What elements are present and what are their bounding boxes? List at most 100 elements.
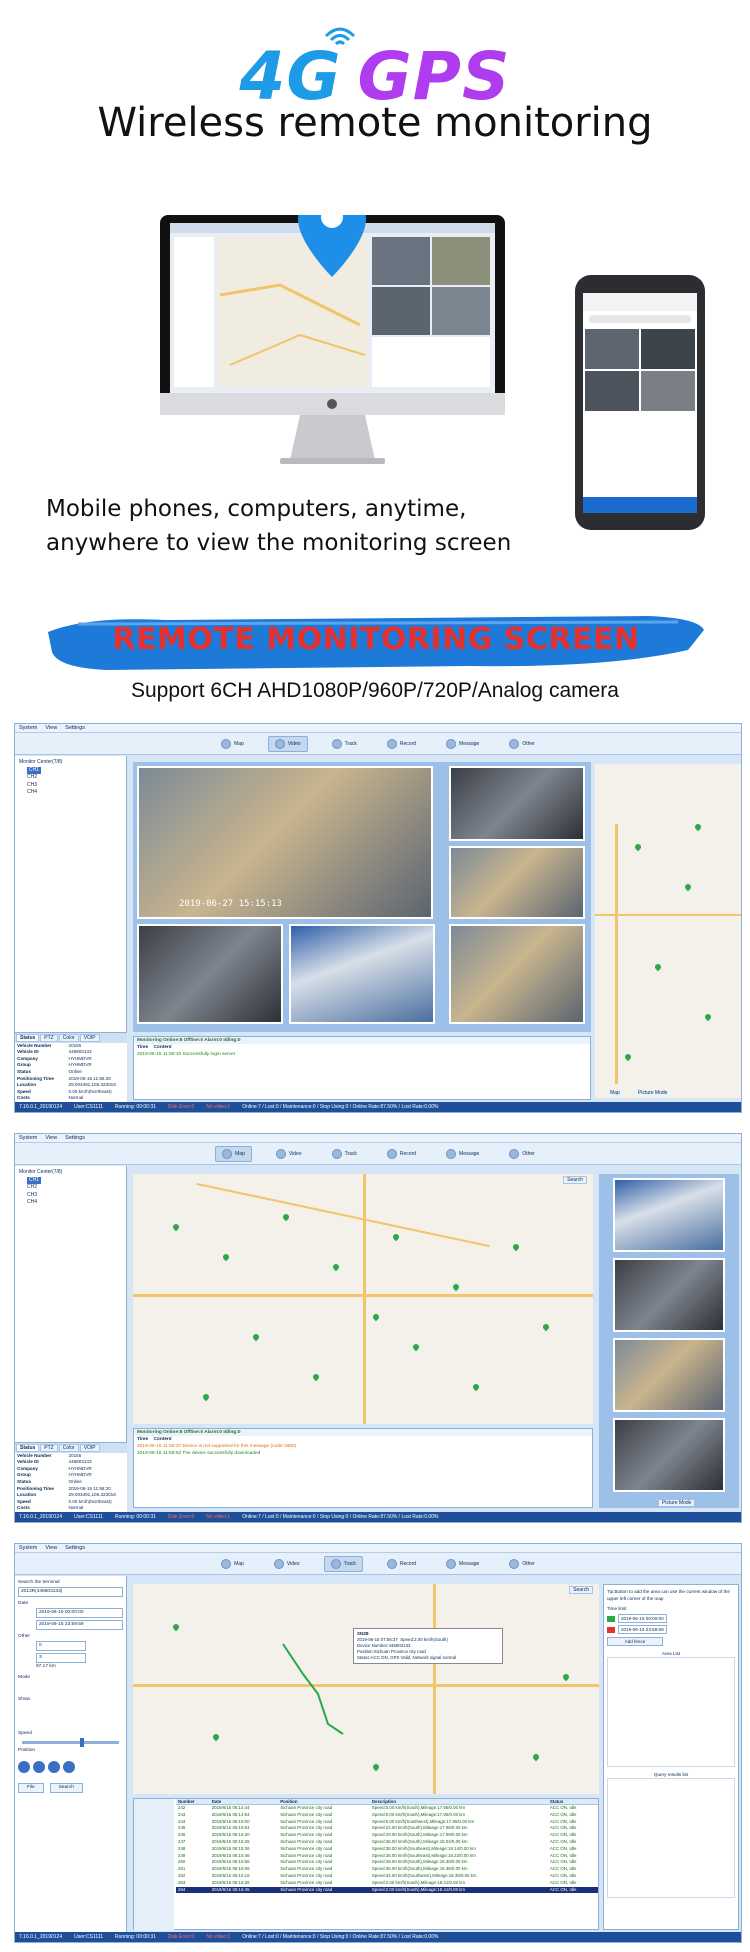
tab-message[interactable]: Message <box>440 1557 485 1571</box>
picture-mode-tab[interactable]: Picture Mode <box>659 1500 695 1506</box>
info-row: Group HYHMDVR <box>17 1062 92 1068</box>
table-row[interactable]: 250 2019/6/15 06:15:56 Sichuan Province ci… <box>176 1859 598 1866</box>
forward-button[interactable] <box>63 1761 75 1773</box>
tab-message[interactable]: Message <box>440 1147 485 1161</box>
table-row[interactable]: 251 2019/6/15 06:16:06 Sichuan Province ci… <box>176 1866 598 1873</box>
table-row[interactable]: 248 2019/6/15 06:15:36 Sichuan Province ci… <box>176 1846 598 1853</box>
camera-view-ch1[interactable] <box>613 1178 725 1252</box>
tab-other[interactable]: Other <box>503 737 541 751</box>
speed-slider[interactable] <box>22 1738 119 1747</box>
tab-color[interactable]: Color <box>58 1033 79 1042</box>
table-row[interactable]: 246 2019/6/15 06:15:20 Sichuan Province ci… <box>176 1832 598 1839</box>
tab-record[interactable]: Record <box>381 1147 422 1161</box>
tab-map[interactable]: Map <box>215 1145 252 1162</box>
spacing-input[interactable]: 0 <box>36 1641 86 1651</box>
camera-view-ch6[interactable] <box>449 924 585 1024</box>
tab-other[interactable]: Other <box>503 1147 541 1161</box>
table-row[interactable]: 254 2019/6/15 06:16:45 Sichuan Province ci… <box>176 1886 598 1894</box>
menu-view[interactable]: View <box>45 725 57 731</box>
vehicle-info-panel: Status PTZ Color VOIP Vehicle Number 2015… <box>15 1031 127 1102</box>
map-search-button[interactable]: Search <box>569 1586 593 1594</box>
main-map[interactable]: Search <box>133 1174 593 1424</box>
tab-record[interactable]: Record <box>381 1557 422 1571</box>
track-map[interactable]: SN2B 2019-06-15 07:56:37 Speed:2.00 km/h… <box>133 1584 599 1794</box>
camera-view-ch5[interactable] <box>289 924 435 1024</box>
table-row[interactable]: 252 2019/6/15 06:16:16 Sichuan Province ci… <box>176 1873 598 1880</box>
tree-ch1[interactable]: CH1 <box>27 766 42 774</box>
search-button[interactable]: Search <box>49 1783 83 1793</box>
track-playback-screenshot: System View Settings Map Video Track Rec… <box>14 1543 742 1943</box>
menu-system[interactable]: System <box>19 725 37 731</box>
tab-record[interactable]: Record <box>381 737 422 751</box>
fence-panel: Tip:Button to add the area can use the c… <box>603 1584 739 1930</box>
tab-status[interactable]: Status <box>16 1033 40 1042</box>
info-row: Company HYHMDVR <box>17 1055 92 1061</box>
tab-voip[interactable]: VOIP <box>79 1033 100 1042</box>
camera-view-ch3[interactable] <box>613 1338 725 1412</box>
table-row[interactable]: 244 2019/6/15 06:15:00 Sichuan Province ci… <box>176 1819 598 1826</box>
mode-label: Mode <box>18 1675 30 1680</box>
main-toolbar: Map Video Track Record Message Other <box>15 1553 741 1575</box>
log-header: Monitoring Online:8 Offline:0 Alarm:0 Id… <box>134 1037 590 1044</box>
camera-view-ch4[interactable] <box>613 1418 725 1492</box>
file-button[interactable]: File <box>18 1783 44 1793</box>
table-row[interactable]: 249 2019/6/15 06:15:46 Sichuan Province ci… <box>176 1853 598 1860</box>
tab-video[interactable]: Video <box>267 735 308 752</box>
slider-thumb[interactable] <box>80 1738 85 1747</box>
camera-view-ch1[interactable]: 2019-06-27 15:15:13 <box>137 766 433 919</box>
track-icon <box>331 1148 342 1159</box>
message-icon <box>446 1558 457 1569</box>
map-icon <box>222 1148 233 1159</box>
other-label: Other <box>18 1634 30 1639</box>
camera-view-ch3[interactable] <box>449 846 585 919</box>
map-search-button[interactable]: Search <box>563 1176 587 1184</box>
other-icon <box>509 738 520 749</box>
osd-timestamp: 2019-06-27 15:15:13 <box>179 899 282 909</box>
tab-track[interactable]: Track <box>326 1147 363 1161</box>
table-row[interactable]: 245 2019/6/15 06:15:04 Sichuan Province ci… <box>176 1825 598 1832</box>
tab-message[interactable]: Message <box>440 737 485 751</box>
table-row[interactable]: 242 2019/6/15 06:14:44 Sichuan Province ci… <box>176 1805 598 1812</box>
table-row[interactable]: 253 2019/6/15 06:16:26 Sichuan Province ci… <box>176 1880 598 1887</box>
tab-map[interactable]: Map <box>215 1557 250 1571</box>
tree-ch4[interactable]: CH4 <box>19 789 122 797</box>
pause-button[interactable] <box>33 1761 45 1773</box>
add-fence-button[interactable]: Add fence <box>607 1637 663 1646</box>
end-time-input[interactable]: 2019-06-15 23:59:59 <box>36 1620 123 1630</box>
camera-view-ch2[interactable] <box>613 1258 725 1332</box>
main-toolbar: Map Video Track Record Message Other <box>15 1143 741 1165</box>
mobile-phone-illustration <box>575 275 705 530</box>
tab-map[interactable]: Map <box>215 737 250 751</box>
device-panel: Monitor Center(7/8) CH1 CH2 CH3 CH4 Stat… <box>15 1166 127 1512</box>
terminal-select[interactable]: 2013R(446803133) <box>18 1587 123 1597</box>
map-tab[interactable]: Map <box>607 1090 623 1096</box>
tree-ch3[interactable]: CH3 <box>19 782 122 790</box>
tab-track[interactable]: Track <box>323 1555 363 1572</box>
info-row: Vehicle ID 446803133 <box>17 1049 92 1055</box>
caption-line-2: anywhere to view the monitoring screen <box>46 530 512 556</box>
status-bar: 7.16.0.1_20190124 User:CS1111 Running: 00… <box>15 1932 741 1942</box>
area-list-label: Area List <box>661 1651 681 1656</box>
picture-mode-tab[interactable]: Picture Mode <box>635 1090 671 1096</box>
tab-video[interactable]: Video <box>268 1557 306 1571</box>
hero-subtitle: Wireless remote monitoring <box>97 100 653 146</box>
stop-button[interactable] <box>48 1761 60 1773</box>
tab-other[interactable]: Other <box>503 1557 541 1571</box>
tree-root[interactable]: Monitor Center(7/8) <box>19 759 122 767</box>
tab-track[interactable]: Track <box>326 737 363 751</box>
camera-view-ch2[interactable] <box>449 766 585 841</box>
menu-settings[interactable]: Settings <box>65 725 85 731</box>
tree-ch2[interactable]: CH2 <box>19 774 122 782</box>
mini-map[interactable]: Map Picture Mode <box>595 764 741 1098</box>
tab-video[interactable]: Video <box>270 1147 308 1161</box>
camera-view-ch4[interactable] <box>137 924 283 1024</box>
query-results-label: Query results list <box>653 1772 689 1777</box>
tab-ptz[interactable]: PTZ <box>40 1033 58 1042</box>
start-time-input[interactable]: 2019-06-15 00:00:00 <box>36 1608 123 1618</box>
track-popup: SN2B 2019-06-15 07:56:37 Speed:2.00 km/h… <box>353 1628 503 1664</box>
parking-input[interactable]: 3 <box>36 1653 86 1663</box>
play-button[interactable] <box>18 1761 30 1773</box>
computer-monitor-illustration <box>160 215 505 464</box>
table-row[interactable]: 247 2019/6/15 06:15:26 Sichuan Province ci… <box>176 1839 598 1846</box>
table-row[interactable]: 243 2019/6/15 06:14:54 Sichuan Province ci… <box>176 1812 598 1819</box>
